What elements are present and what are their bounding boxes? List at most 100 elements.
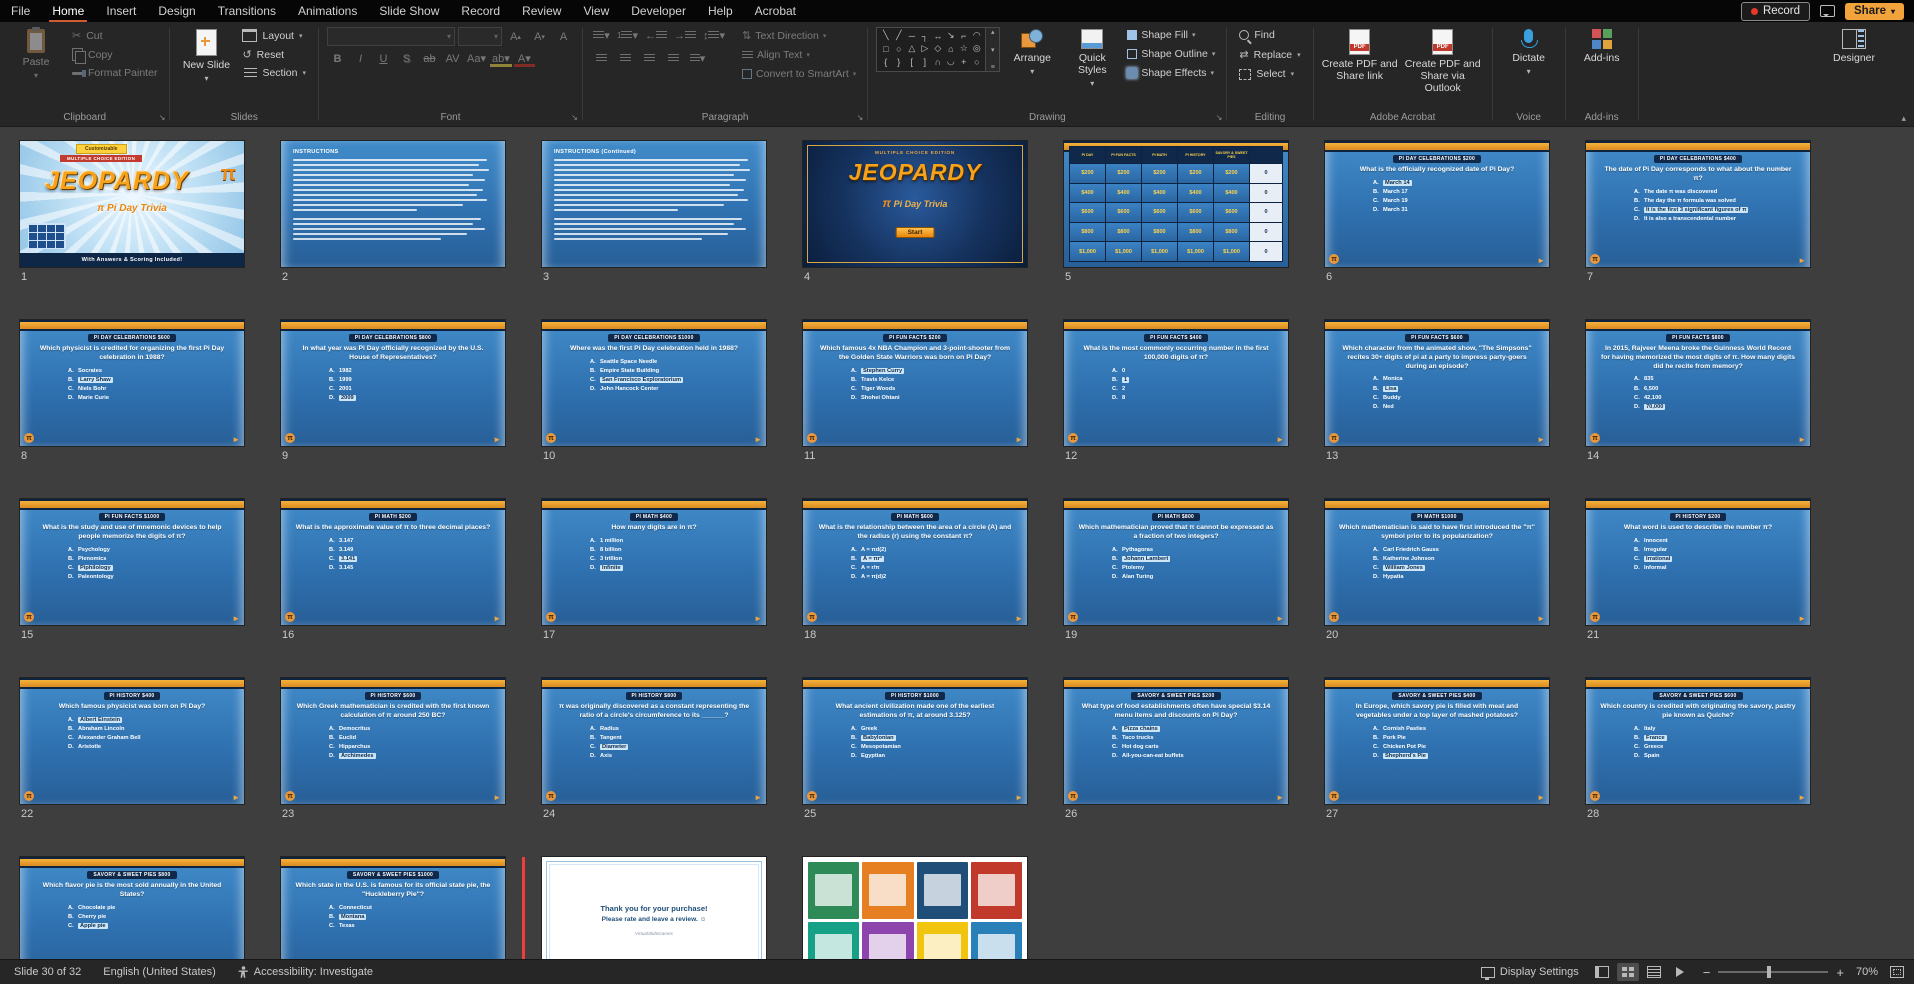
shape-icon[interactable]: ─ (905, 29, 918, 42)
slide-thumbnail-6[interactable]: PI DAY CELEBRATIONS $200What is the offi… (1325, 141, 1549, 267)
slide-thumbnail-9[interactable]: PI DAY CELEBRATIONS $800In what year was… (281, 320, 505, 446)
shape-icon[interactable]: ⌐ (957, 29, 970, 42)
slide-thumbnail-16[interactable]: PI MATH $200What is the approximate valu… (281, 499, 505, 625)
slide-thumbnail-23[interactable]: PI HISTORY $600Which Greek mathematician… (281, 678, 505, 804)
slide-thumbnail-4[interactable]: MULTIPLE CHOICE EDITIONJEOPARDYπ Pi Day … (803, 141, 1027, 267)
columns-button[interactable]: ▾ (687, 50, 708, 67)
convert-smartart-button[interactable]: Convert to SmartArt▾ (739, 66, 859, 82)
slide-thumbnail-12[interactable]: PI FUN FACTS $400What is the most common… (1064, 320, 1288, 446)
increase-indent-button[interactable]: → (672, 27, 698, 44)
slide-thumbnail-19[interactable]: PI MATH $800Which mathematician proved t… (1064, 499, 1288, 625)
select-button[interactable]: Select▾ (1235, 66, 1304, 82)
display-settings-button[interactable]: Display Settings (1481, 966, 1579, 978)
slide-thumbnail-18[interactable]: PI MATH $600What is the relationship bet… (803, 499, 1027, 625)
text-direction-button[interactable]: ⇅Text Direction▾ (739, 27, 859, 44)
shape-icon[interactable]: ○ (970, 55, 983, 68)
ribbon-tab-review[interactable]: Review (511, 0, 572, 22)
create-pdf-share-link-button[interactable]: Create PDF and Share link (1322, 27, 1398, 82)
slide-thumbnail-17[interactable]: PI MATH $400How many digits are in π?A.1… (542, 499, 766, 625)
slide-thumbnail-8[interactable]: PI DAY CELEBRATIONS $600Which physicist … (20, 320, 244, 446)
shape-icon[interactable]: ☆ (957, 42, 970, 55)
increase-font-size-button[interactable]: A▴ (505, 28, 526, 45)
section-button[interactable]: Section▾ (238, 65, 310, 81)
slide-thumbnail-28[interactable]: SAVORY & SWEET PIES $600Which country is… (1586, 678, 1810, 804)
line-spacing-button[interactable]: ↕▾ (701, 27, 727, 44)
slide-thumbnail-1[interactable]: CustomizableMULTIPLE CHOICE EDITIONJEOPA… (20, 141, 244, 267)
slide-thumbnail-20[interactable]: PI MATH $1000Which mathematician is said… (1325, 499, 1549, 625)
shape-icon[interactable]: ╱ (892, 29, 905, 42)
slide-thumbnail-26[interactable]: SAVORY & SWEET PIES $200What type of foo… (1064, 678, 1288, 804)
highlight-color-button[interactable]: ab▾ (490, 50, 512, 67)
zoom-in-button[interactable]: + (1836, 965, 1844, 980)
slide-thumbnail-10[interactable]: PI DAY CELEBRATIONS $1000Where was the f… (542, 320, 766, 446)
cut-button[interactable]: ✂Cut (68, 27, 161, 44)
slide-thumbnail-15[interactable]: PI FUN FACTS $1000What is the study and … (20, 499, 244, 625)
shape-icon[interactable]: ◇ (931, 42, 944, 55)
share-button[interactable]: Share ▾ (1845, 3, 1904, 20)
shapes-gallery-scrollbar[interactable]: ▴▾≡ (986, 27, 1000, 72)
shape-icon[interactable]: ◠ (970, 29, 983, 42)
arrange-button[interactable]: Arrange ▾ (1004, 27, 1060, 76)
ribbon-tab-design[interactable]: Design (147, 0, 206, 22)
shape-icon[interactable]: ╲ (879, 29, 892, 42)
underline-button[interactable]: U (373, 50, 394, 67)
font-name-combo[interactable]: ▾ (327, 27, 455, 46)
shape-icon[interactable]: ○ (892, 42, 905, 55)
reset-button[interactable]: ↺Reset (238, 46, 310, 63)
shape-icon[interactable]: ◡ (944, 55, 957, 68)
dialog-launcher-icon[interactable]: ↘ (159, 113, 166, 122)
font-color-button[interactable]: A▾ (514, 50, 535, 67)
quick-styles-button[interactable]: Quick Styles ▾ (1064, 27, 1120, 88)
language-selector[interactable]: English (United States) (103, 966, 216, 978)
dialog-launcher-icon[interactable]: ↘ (571, 113, 578, 122)
italic-button[interactable]: I (350, 50, 371, 67)
slide-thumbnail-25[interactable]: PI HISTORY $1000What ancient civilizatio… (803, 678, 1027, 804)
normal-view-button[interactable] (1591, 963, 1613, 981)
accessibility-status[interactable]: Accessibility: Investigate (238, 966, 373, 979)
ribbon-tab-acrobat[interactable]: Acrobat (744, 0, 807, 22)
shape-icon[interactable]: { (879, 55, 892, 68)
bold-button[interactable]: B (327, 50, 348, 67)
find-button[interactable]: Find (1235, 27, 1304, 43)
shape-icon[interactable]: △ (905, 42, 918, 55)
format-painter-button[interactable]: Format Painter (68, 65, 161, 81)
slide-thumbnail-24[interactable]: PI HISTORY $800π was originally discover… (542, 678, 766, 804)
font-size-combo[interactable]: ▾ (458, 27, 502, 46)
shape-icon[interactable]: ↘ (944, 29, 957, 42)
slide-thumbnail-5[interactable]: PI DAYPI FUN FACTSPI MATHPI HISTORYSAVOR… (1064, 141, 1288, 267)
ribbon-tab-slide-show[interactable]: Slide Show (368, 0, 450, 22)
change-case-button[interactable]: Aa▾ (465, 50, 488, 67)
shape-icon[interactable]: ┐ (918, 29, 931, 42)
align-center-button[interactable] (615, 50, 636, 67)
dictate-button[interactable]: Dictate ▾ (1501, 27, 1557, 76)
shape-outline-button[interactable]: Shape Outline▾ (1124, 46, 1218, 62)
decrease-indent-button[interactable]: ← (643, 27, 669, 44)
ribbon-tab-record[interactable]: Record (450, 0, 511, 22)
copy-button[interactable]: Copy (68, 46, 161, 63)
dialog-launcher-icon[interactable]: ↘ (1216, 113, 1223, 122)
replace-button[interactable]: ⇄Replace▾ (1235, 46, 1304, 63)
text-shadow-button[interactable]: S (396, 50, 417, 67)
shape-icon[interactable]: [ (905, 55, 918, 68)
slide-sorter-view-button[interactable] (1617, 963, 1639, 981)
slide-thumbnail-22[interactable]: PI HISTORY $400Which famous physicist wa… (20, 678, 244, 804)
align-text-button[interactable]: Align Text▾ (739, 47, 859, 63)
slide-thumbnail-3[interactable]: INSTRUCTIONS (Continued) (542, 141, 766, 267)
decrease-font-size-button[interactable]: A▾ (529, 28, 550, 45)
shape-icon[interactable]: + (957, 55, 970, 68)
clear-formatting-button[interactable]: A (553, 28, 574, 45)
align-right-button[interactable] (639, 50, 660, 67)
shape-icon[interactable]: □ (879, 42, 892, 55)
slide-sorter-canvas[interactable]: CustomizableMULTIPLE CHOICE EDITIONJEOPA… (0, 127, 1914, 960)
shape-icon[interactable]: ▷ (918, 42, 931, 55)
new-slide-button[interactable]: New Slide ▾ (178, 27, 234, 83)
collapse-ribbon-icon[interactable]: ▴ (1901, 113, 1906, 124)
ribbon-tab-file[interactable]: File (0, 0, 41, 22)
dialog-launcher-icon[interactable]: ↘ (857, 113, 864, 122)
addins-button[interactable]: Add-ins (1574, 27, 1630, 64)
shape-icon[interactable]: } (892, 55, 905, 68)
slide-thumbnail-2[interactable]: INSTRUCTIONS (281, 141, 505, 267)
shape-icon[interactable]: ↔ (931, 29, 944, 42)
bullets-button[interactable]: ▾ (591, 27, 612, 44)
zoom-slider-thumb[interactable] (1767, 966, 1771, 978)
